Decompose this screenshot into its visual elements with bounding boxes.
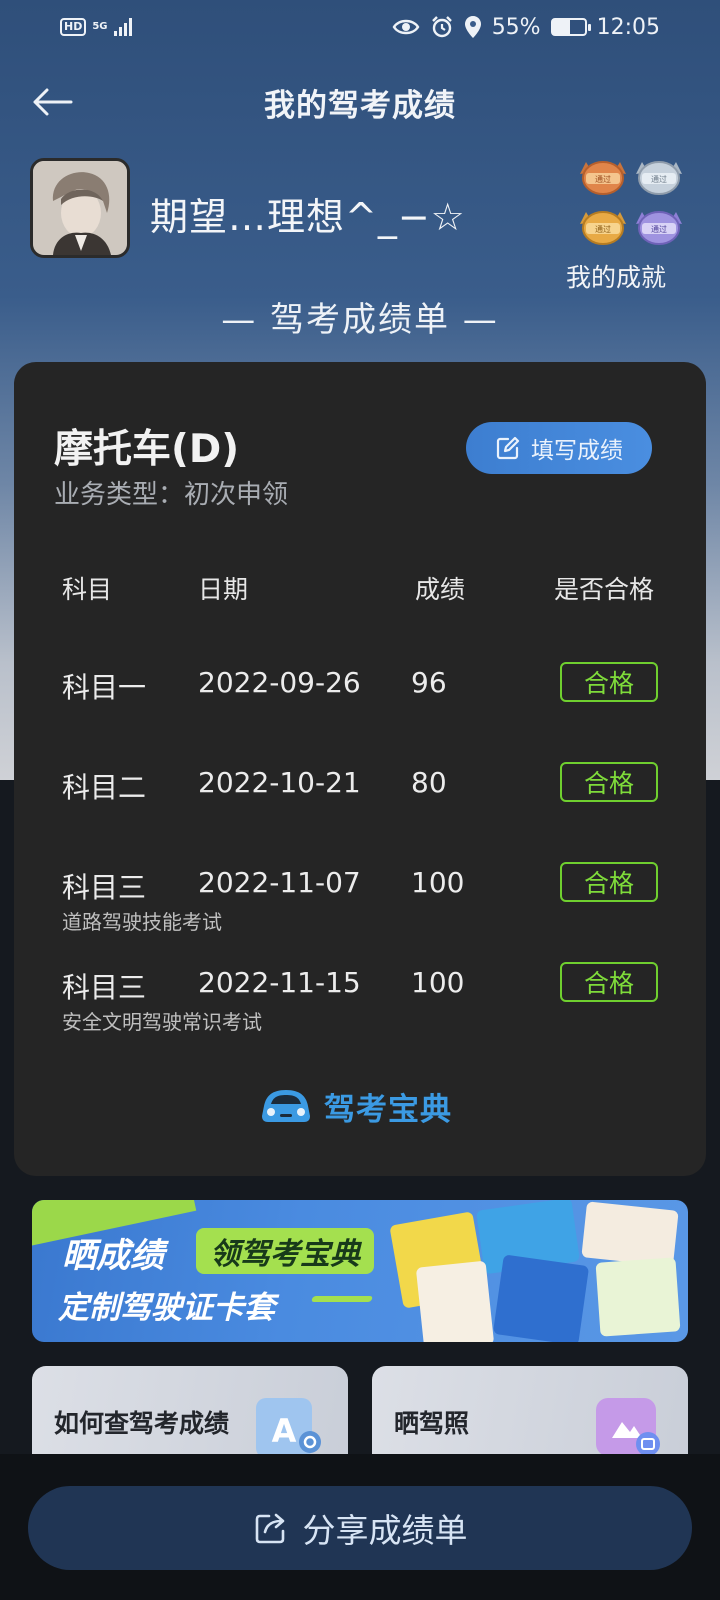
row-score: 100	[411, 866, 465, 899]
username: 期望…理想^_−☆	[150, 195, 466, 239]
medal-purple-icon: 通过	[632, 206, 686, 254]
app-header: 我的驾考成绩	[0, 68, 720, 136]
score-card: 摩托车(D) 业务类型：初次申领 填写成绩 科目 日期 成绩 是否合格 科目一 …	[14, 362, 706, 1176]
promo-banner[interactable]: 晒成绩 领驾考宝典 定制驾驶证卡套	[32, 1200, 688, 1342]
status-right: 55% 12:05	[392, 15, 660, 40]
column-subject: 科目	[62, 575, 113, 604]
battery-fill	[552, 20, 571, 34]
row-score: 100	[411, 966, 465, 999]
eye-icon	[392, 19, 420, 35]
battery-icon	[550, 18, 591, 36]
table-row: 科目三 2022-11-15 100 合格 安全文明驾驶常识考试	[14, 962, 706, 1046]
row-date: 2022-09-26	[198, 666, 361, 699]
column-date: 日期	[198, 575, 249, 604]
row-subject: 科目一	[62, 671, 147, 704]
svg-text:通过: 通过	[595, 224, 611, 234]
row-score: 96	[411, 666, 447, 699]
banner-headline: 晒成绩	[62, 1236, 164, 1276]
back-button[interactable]	[28, 78, 76, 126]
hd-icon: HD	[60, 18, 87, 36]
column-passed: 是否合格	[554, 575, 655, 604]
row-date: 2022-11-15	[198, 966, 361, 999]
page-title: 我的驾考成绩	[264, 87, 456, 124]
brand-name: 驾考宝典	[324, 1091, 452, 1128]
svg-text:通过: 通过	[651, 224, 667, 234]
share-report-button[interactable]: 分享成绩单	[28, 1486, 692, 1570]
report-title: — 驾考成绩单 —	[221, 300, 499, 340]
fill-score-button[interactable]: 填写成绩	[466, 422, 652, 474]
table-row: 科目三 2022-11-07 100 合格 道路驾驶技能考试	[14, 862, 706, 946]
network-type: 5G	[92, 21, 108, 32]
banner-subline: 定制驾驶证卡套	[58, 1290, 275, 1326]
license-cover-illustration	[595, 1257, 681, 1337]
medal-gold-icon: 通过	[576, 206, 630, 254]
car-icon	[262, 1090, 310, 1122]
row-note: 道路驾驶技能考试	[62, 910, 222, 934]
medal-silver-icon: 通过	[632, 156, 686, 204]
share-icon	[255, 1513, 284, 1544]
photo-icon	[596, 1398, 660, 1456]
share-license-label: 晒驾照	[394, 1409, 470, 1438]
achievements-link[interactable]: 我的成就	[566, 258, 666, 294]
row-note: 安全文明驾驶常识考试	[62, 1010, 262, 1034]
banner-arrow-icon	[310, 1296, 374, 1302]
pass-badge: 合格	[560, 862, 658, 902]
brand-logo: 驾考宝典	[258, 1084, 452, 1128]
svg-text:通过: 通过	[651, 174, 667, 184]
table-header: 科目 日期 成绩 是否合格	[14, 570, 706, 610]
license-cover-illustration	[492, 1254, 590, 1342]
medal-bronze-icon: 通过	[576, 156, 630, 204]
svg-text:A: A	[272, 1412, 297, 1450]
location-icon	[464, 16, 481, 38]
status-left: HD 5G	[60, 18, 132, 36]
license-cover-illustration	[581, 1201, 679, 1267]
pass-badge: 合格	[560, 962, 658, 1002]
pass-badge: 合格	[560, 762, 658, 802]
row-date: 2022-10-21	[198, 766, 361, 799]
search-document-icon: A	[256, 1398, 321, 1458]
banner-pill: 领驾考宝典	[196, 1228, 374, 1274]
achievement-medals[interactable]: 通过 通过 通过 通过	[576, 156, 686, 252]
avatar-image	[33, 161, 127, 255]
edit-icon	[496, 436, 520, 460]
row-subject: 科目二	[62, 771, 147, 804]
svg-text:通过: 通过	[595, 174, 611, 184]
vehicle-type: 摩托车(D)	[54, 427, 240, 472]
battery-percent: 55%	[491, 14, 541, 40]
share-report-label: 分享成绩单	[302, 1511, 468, 1550]
fill-score-label: 填写成绩	[531, 438, 623, 464]
table-row: 科目一 2022-09-26 96 合格	[14, 662, 706, 746]
column-score: 成绩	[415, 575, 466, 604]
signal-icon	[113, 18, 132, 36]
avatar[interactable]	[30, 158, 130, 258]
row-subject: 科目三	[62, 871, 147, 904]
row-score: 80	[411, 766, 447, 799]
table-row: 科目二 2022-10-21 80 合格	[14, 762, 706, 846]
pass-badge: 合格	[560, 662, 658, 702]
alarm-icon	[431, 16, 452, 38]
business-type: 业务类型：初次申领	[54, 480, 289, 510]
arrow-left-icon	[33, 88, 73, 116]
row-subject: 科目三	[62, 971, 147, 1004]
license-cover-illustration	[415, 1260, 495, 1342]
row-date: 2022-11-07	[198, 866, 361, 899]
how-to-check-label: 如何查驾考成绩	[54, 1409, 230, 1438]
status-bar: HD 5G 55% 12:05	[0, 0, 720, 54]
clock: 12:05	[596, 14, 660, 40]
